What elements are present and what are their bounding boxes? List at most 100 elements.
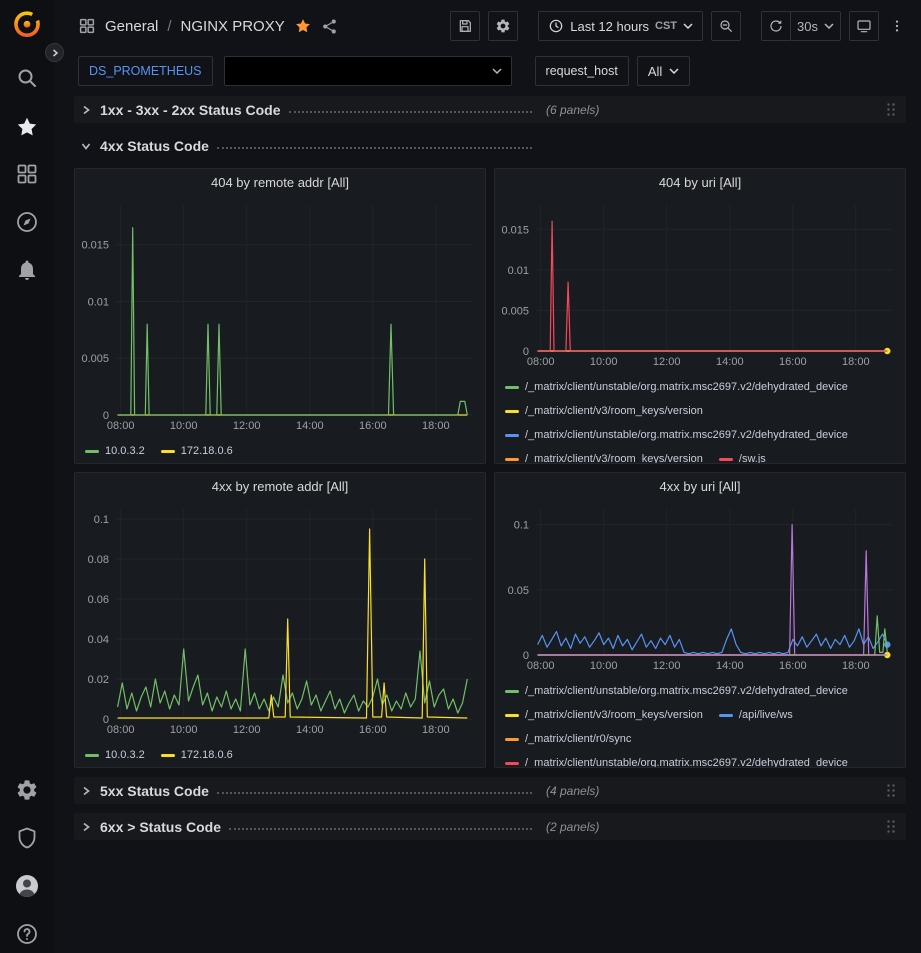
chevron-right-icon (80, 104, 92, 116)
legend-item[interactable]: /_matrix/client/r0/sync (505, 733, 631, 745)
legend-item[interactable]: /_matrix/client/v3/room_keys/version (505, 709, 703, 721)
tv-cycle-view-button[interactable] (849, 11, 879, 41)
legend-label: 10.0.3.2 (105, 445, 145, 457)
legend-item[interactable]: /_matrix/client/v3/room_keys/version (505, 405, 703, 417)
save-dashboard-button[interactable] (450, 11, 480, 41)
row-toggle[interactable]: 4xx Status Code (80, 138, 540, 154)
row-drag-handle-icon[interactable] (886, 819, 896, 834)
legend-item[interactable]: 10.0.3.2 (85, 445, 145, 457)
timeseries-chart[interactable]: 00.020.040.060.080.108:0010:0012:0014:00… (76, 499, 486, 737)
legend-item[interactable]: /_matrix/client/unstable/org.matrix.msc2… (505, 685, 848, 697)
refresh-interval-dropdown[interactable]: 30s (790, 11, 841, 41)
row-toggle[interactable]: 6xx > Status Code (80, 819, 540, 835)
dashboard-row-1xx-3xx-2xx: 1xx - 3xx - 2xx Status Code (6 panels) (74, 96, 906, 123)
chevron-down-icon (492, 68, 502, 74)
refresh-button[interactable] (761, 11, 791, 41)
panel-title[interactable]: 4xx by remote addr [All] (75, 473, 485, 499)
row-toggle[interactable]: 5xx Status Code (80, 783, 540, 799)
legend-row: /_matrix/client/unstable/org.matrix.msc2… (505, 375, 897, 399)
dashboard-settings-button[interactable] (488, 11, 518, 41)
row-drag-handle-icon[interactable] (886, 783, 896, 798)
series-line[interactable] (118, 529, 468, 718)
timeseries-chart[interactable]: 00.0050.010.01508:0010:0012:0014:0016:00… (76, 195, 486, 433)
y-tick-label: 0.005 (501, 305, 529, 317)
panel-title[interactable]: 404 by remote addr [All] (75, 169, 485, 195)
header-actions: Last 12 hours CST 30s (450, 11, 907, 41)
zoom-out-button[interactable] (711, 11, 741, 41)
dashboard-title[interactable]: NGINX PROXY (181, 18, 285, 35)
legend-row: /_matrix/client/unstable/org.matrix.msc2… (505, 423, 897, 447)
alerting-bell-icon[interactable] (15, 258, 39, 282)
starred-icon[interactable] (15, 115, 39, 139)
legend-item[interactable]: /api/live/ws (719, 709, 793, 721)
legend-row: 10.0.3.2 172.18.0.6 (85, 439, 477, 463)
row-dotted-leader (217, 792, 532, 794)
timeseries-chart[interactable]: 00.050.108:0010:0012:0014:0016:0018:00 (496, 499, 906, 673)
request-host-variable-dropdown[interactable]: All (637, 56, 690, 86)
x-tick-label: 16:00 (779, 356, 807, 368)
legend-row: /_matrix/client/v3/room_keys/version/api… (505, 703, 897, 727)
request-host-variable-label[interactable]: request_host (535, 56, 629, 86)
series-line[interactable] (538, 221, 888, 351)
chevron-down-icon (80, 140, 92, 152)
legend-row: /_matrix/client/r0/sync (505, 727, 897, 751)
legend-item[interactable]: 10.0.3.2 (85, 749, 145, 761)
legend-item[interactable]: 172.18.0.6 (161, 445, 233, 457)
time-range-label: Last 12 hours (570, 19, 649, 34)
panel-4xx-by-remote-addr: 4xx by remote addr [All] 00.020.040.060.… (74, 472, 486, 768)
series-line[interactable] (538, 629, 888, 654)
legend-swatch (719, 714, 733, 717)
legend-swatch (85, 754, 99, 757)
explore-compass-icon[interactable] (15, 210, 39, 234)
user-avatar[interactable] (15, 874, 39, 898)
help-icon[interactable] (15, 922, 39, 946)
legend-item[interactable]: /sw.js (719, 453, 766, 464)
x-tick-label: 18:00 (422, 724, 450, 736)
datasource-variable-dropdown[interactable] (224, 56, 512, 86)
share-icon[interactable] (321, 18, 338, 35)
legend-row: /_matrix/client/v3/room_keys/version (505, 399, 897, 423)
datasource-variable-label[interactable]: DS_PROMETHEUS (78, 56, 213, 86)
kebab-menu-icon[interactable] (887, 11, 907, 41)
x-tick-label: 08:00 (107, 420, 135, 432)
time-range-picker[interactable]: Last 12 hours CST (538, 11, 703, 41)
configuration-gear-icon[interactable] (15, 778, 39, 802)
x-tick-label: 18:00 (842, 660, 870, 672)
sidebar-expand-button[interactable] (45, 43, 64, 62)
x-tick-label: 10:00 (590, 660, 618, 672)
row-dotted-leader (289, 111, 532, 113)
chevron-right-icon (80, 785, 92, 797)
timeseries-chart[interactable]: 00.0050.010.01508:0010:0012:0014:0016:00… (496, 195, 906, 369)
panel-legend: /_matrix/client/unstable/org.matrix.msc2… (495, 369, 905, 464)
legend-swatch (161, 450, 175, 453)
search-icon[interactable] (15, 66, 39, 90)
y-tick-label: 0.08 (88, 554, 109, 566)
server-admin-shield-icon[interactable] (15, 826, 39, 850)
row-panel-count: (2 panels) (546, 820, 599, 834)
grafana-logo-icon[interactable] (11, 9, 43, 41)
series-line[interactable] (118, 649, 468, 713)
row-title: 6xx > Status Code (100, 819, 221, 835)
dashboards-icon[interactable] (15, 162, 39, 186)
y-tick-label: 0.06 (88, 594, 109, 606)
series-line[interactable] (118, 228, 468, 415)
x-tick-label: 10:00 (170, 724, 198, 736)
sidebar (0, 0, 54, 953)
panel-title[interactable]: 404 by uri [All] (495, 169, 905, 195)
legend-swatch (505, 714, 519, 717)
legend-item[interactable]: /_matrix/client/unstable/org.matrix.msc2… (505, 381, 848, 393)
legend-swatch (85, 450, 99, 453)
row-toggle[interactable]: 1xx - 3xx - 2xx Status Code (80, 102, 540, 118)
legend-label: 172.18.0.6 (181, 749, 233, 761)
breadcrumb-folder[interactable]: General (105, 18, 158, 35)
favorite-star-icon[interactable] (294, 17, 312, 35)
x-tick-label: 12:00 (653, 660, 681, 672)
series-line[interactable] (538, 616, 888, 655)
row-drag-handle-icon[interactable] (886, 102, 896, 117)
refresh-button-group: 30s (761, 11, 841, 41)
legend-item[interactable]: /_matrix/client/unstable/org.matrix.msc2… (505, 757, 848, 768)
panel-title[interactable]: 4xx by uri [All] (495, 473, 905, 499)
legend-item[interactable]: /_matrix/client/unstable/org.matrix.msc2… (505, 429, 848, 441)
legend-item[interactable]: 172.18.0.6 (161, 749, 233, 761)
legend-item[interactable]: /_matrix/client/v3/room_keys/version (505, 453, 703, 464)
